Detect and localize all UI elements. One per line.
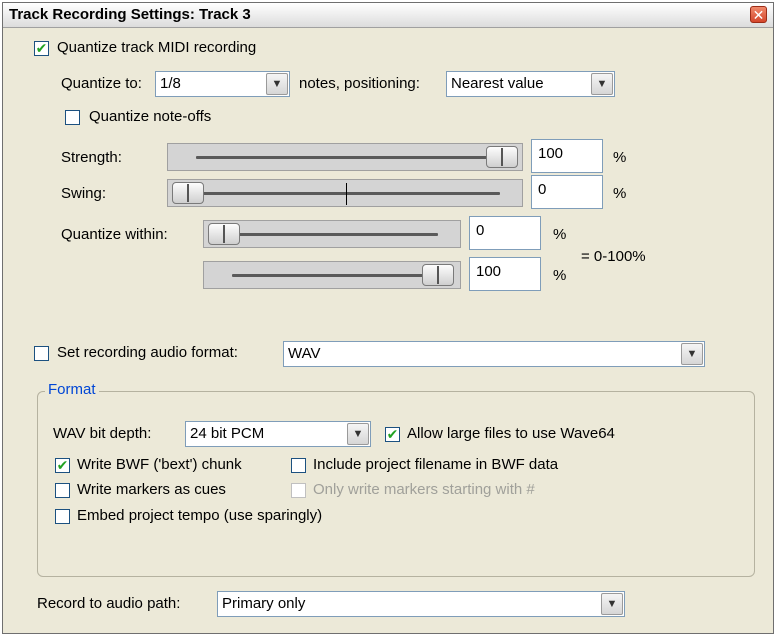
wave64-checkbox[interactable]: ✔ (385, 427, 400, 442)
write-markers-cues-checkbox[interactable] (55, 483, 70, 498)
only-markers-hash-label: Only write markers starting with # (313, 481, 535, 498)
wav-bit-depth-label: WAV bit depth: (53, 425, 152, 442)
set-recording-format-label: Set recording audio format: (57, 344, 238, 361)
within-min-input[interactable]: 0 (469, 216, 541, 250)
within-min-slider-thumb[interactable] (208, 223, 240, 245)
track-recording-settings-dialog: Track Recording Settings: Track 3 ✕ ✔ Qu… (2, 2, 774, 634)
quantize-to-dropdown[interactable]: 1/8 ▼ (155, 71, 290, 97)
window-title: Track Recording Settings: Track 3 (9, 6, 251, 23)
quantize-note-offs-checkbox[interactable] (65, 110, 80, 125)
wav-bit-depth-value: 24 bit PCM (190, 425, 265, 442)
within-range-text: = 0-100% (581, 248, 646, 265)
swing-slider-thumb[interactable] (172, 182, 204, 204)
embed-tempo-checkbox[interactable] (55, 509, 70, 524)
quantize-within-min-slider[interactable] (203, 220, 461, 248)
positioning-value: Nearest value (451, 75, 544, 92)
quantize-note-offs-label: Quantize note-offs (89, 108, 212, 125)
swing-value: 0 (538, 181, 547, 198)
strength-input[interactable]: 100 (531, 139, 603, 173)
within-max-input[interactable]: 100 (469, 257, 541, 291)
swing-slider[interactable] (167, 179, 523, 207)
swing-unit: % (613, 185, 627, 202)
quantize-to-label: Quantize to: (61, 75, 142, 92)
slider-track (196, 192, 500, 195)
only-markers-hash-checkbox[interactable] (291, 483, 306, 498)
set-recording-format-checkbox[interactable] (34, 346, 49, 361)
quantize-within-max-slider[interactable] (203, 261, 461, 289)
record-path-label: Record to audio path: (37, 595, 181, 612)
strength-slider-thumb[interactable] (486, 146, 518, 168)
positioning-dropdown[interactable]: Nearest value ▼ (446, 71, 615, 97)
notes-positioning-label: notes, positioning: (299, 75, 420, 92)
write-bwf-label: Write BWF ('bext') chunk (77, 456, 242, 473)
write-bwf-checkbox[interactable]: ✔ (55, 458, 70, 473)
quantize-within-label: Quantize within: (61, 226, 168, 243)
within-max-value: 100 (476, 263, 502, 280)
close-icon[interactable]: ✕ (750, 6, 767, 23)
checkmark-icon: ✔ (56, 457, 69, 473)
within-min-value: 0 (476, 222, 485, 239)
recording-format-value: WAV (288, 345, 321, 362)
strength-slider[interactable] (167, 143, 523, 171)
embed-tempo-label: Embed project tempo (use sparingly) (77, 507, 323, 524)
quantize-to-value: 1/8 (160, 75, 181, 92)
record-path-value: Primary only (222, 595, 306, 612)
checkmark-icon: ✔ (35, 40, 48, 56)
wave64-label: Allow large files to use Wave64 (407, 425, 615, 442)
chevron-down-icon[interactable]: ▼ (591, 73, 613, 95)
swing-label: Swing: (61, 185, 107, 202)
record-path-dropdown[interactable]: Primary only ▼ (217, 591, 625, 617)
strength-unit: % (613, 149, 627, 166)
slider-track (232, 274, 438, 277)
write-markers-cues-label: Write markers as cues (77, 481, 226, 498)
chevron-down-icon[interactable]: ▼ (347, 423, 369, 445)
swing-input[interactable]: 0 (531, 175, 603, 209)
strength-value: 100 (538, 145, 564, 162)
title-bar[interactable]: Track Recording Settings: Track 3 ✕ (3, 3, 773, 28)
within-max-unit: % (553, 267, 567, 284)
checkmark-icon: ✔ (386, 426, 399, 442)
chevron-down-icon[interactable]: ▼ (681, 343, 703, 365)
slider-track (196, 156, 500, 159)
recording-format-dropdown[interactable]: WAV ▼ (283, 341, 705, 367)
chevron-down-icon[interactable]: ▼ (601, 593, 623, 615)
quantize-midi-checkbox[interactable]: ✔ (34, 41, 49, 56)
slider-track (232, 233, 438, 236)
wav-bit-depth-dropdown[interactable]: 24 bit PCM ▼ (185, 421, 371, 447)
within-max-slider-thumb[interactable] (422, 264, 454, 286)
swing-center-tick (346, 183, 347, 205)
format-group-title: Format (45, 381, 99, 398)
within-min-unit: % (553, 226, 567, 243)
include-filename-label: Include project filename in BWF data (313, 456, 559, 473)
include-filename-checkbox[interactable] (291, 458, 306, 473)
strength-label: Strength: (61, 149, 122, 166)
quantize-midi-label: Quantize track MIDI recording (57, 39, 257, 56)
chevron-down-icon[interactable]: ▼ (266, 73, 288, 95)
